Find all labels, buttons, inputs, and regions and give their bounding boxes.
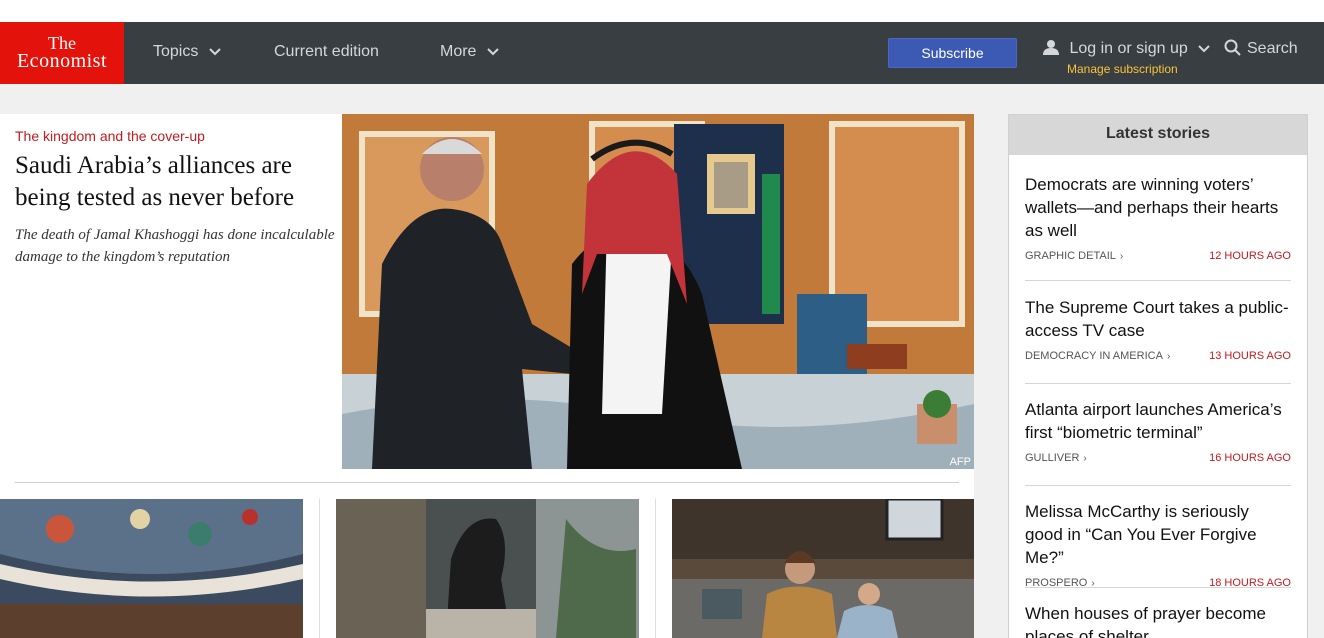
section-divider [15, 482, 959, 483]
image-credit: AFP [949, 456, 971, 468]
latest-story-item[interactable]: Melissa McCarthy is seriously good in “C… [1025, 500, 1291, 589]
subscribe-button[interactable]: Subscribe [888, 38, 1017, 68]
chevron-right-icon: › [1083, 453, 1087, 464]
latest-story-section[interactable]: Prospero › [1025, 577, 1095, 589]
latest-story-section[interactable]: Gulliver › [1025, 452, 1087, 464]
nav-topics[interactable]: Topics [153, 22, 221, 84]
hero-photo-illustration [342, 114, 974, 469]
latest-stories-title: Latest stories [1009, 115, 1307, 155]
latest-story-time: 13 hours ago [1209, 350, 1291, 362]
latest-story-time: 16 hours ago [1209, 452, 1291, 464]
column-separator [655, 499, 656, 638]
hero-image[interactable]: AFP [342, 114, 974, 469]
chevron-down-icon [209, 22, 221, 82]
login-button[interactable]: Log in or sign up [1043, 39, 1210, 60]
latest-story-title: Atlanta airport launches America’s first… [1025, 400, 1282, 442]
thumbnail-image-1 [0, 499, 303, 638]
chevron-right-icon: › [1166, 351, 1171, 362]
latest-story-section[interactable]: Graphic detail › [1025, 250, 1123, 262]
latest-story-title: When houses of prayer become places of s… [1025, 604, 1266, 638]
manage-subscription-link[interactable]: Manage subscription [1067, 62, 1178, 76]
navigation-bar: The Economist Topics Current edition Mor… [0, 22, 1324, 84]
latest-story-meta: Prospero › 18 hours ago [1025, 577, 1291, 595]
login-label: Log in or sign up [1069, 40, 1188, 57]
chevron-down-icon [487, 22, 499, 82]
latest-story-title: The Supreme Court takes a public-access … [1025, 298, 1289, 340]
hero-text: The kingdom and the cover-up Saudi Arabi… [15, 128, 335, 268]
latest-story-title: Democrats are winning voters’ wallets—an… [1025, 175, 1279, 240]
column-separator [319, 499, 320, 638]
search-button[interactable]: Search [1224, 39, 1298, 58]
latest-story-item[interactable]: When houses of prayer become places of s… [1025, 602, 1291, 638]
hero-headline[interactable]: Saudi Arabia’s alliances are being teste… [15, 150, 335, 214]
latest-story-item[interactable]: The Supreme Court takes a public-access … [1025, 296, 1291, 384]
search-label: Search [1247, 40, 1298, 57]
logo-line-2: Economist [16, 50, 108, 72]
economist-logo[interactable]: The Economist [0, 22, 124, 84]
story-thumbnail-1[interactable] [0, 499, 303, 638]
nav-current-edition[interactable]: Current edition [274, 22, 379, 84]
latest-story-time: 12 hours ago [1209, 250, 1291, 262]
chevron-right-icon: › [1091, 578, 1095, 589]
chevron-right-icon: › [1119, 251, 1124, 262]
fly-title[interactable]: The kingdom and the cover-up [15, 128, 335, 144]
nav-more[interactable]: More [440, 22, 499, 84]
latest-story-title: Melissa McCarthy is seriously good in “C… [1025, 502, 1257, 567]
latest-story-meta: Graphic detail › 12 hours ago [1025, 250, 1291, 268]
latest-story-time: 18 hours ago [1209, 577, 1291, 589]
hero-rubric: The death of Jamal Khashoggi has done in… [15, 227, 335, 265]
latest-story-meta: Democracy in America › 13 hours ago [1025, 350, 1291, 368]
chevron-down-icon [1198, 40, 1210, 58]
latest-story-meta: Gulliver › 16 hours ago [1025, 452, 1291, 470]
nav-more-label: More [440, 43, 477, 61]
latest-stories-sidebar: Latest stories Democrats are winning vot… [1008, 114, 1308, 638]
nav-current-edition-label: Current edition [274, 43, 379, 60]
story-thumbnail-2[interactable] [336, 499, 639, 638]
hero-article: The kingdom and the cover-up Saudi Arabi… [0, 114, 974, 469]
latest-story-item[interactable]: Atlanta airport launches America’s first… [1025, 398, 1291, 486]
search-icon [1224, 39, 1241, 56]
nav-topics-label: Topics [153, 43, 199, 61]
thumbnail-image-3 [672, 499, 974, 638]
top-strip [0, 0, 1324, 22]
thumbnail-image-2 [336, 499, 639, 638]
latest-story-item[interactable]: Democrats are winning voters’ wallets—an… [1025, 173, 1291, 281]
story-thumbnail-3[interactable] [672, 499, 974, 638]
user-icon [1043, 39, 1059, 60]
latest-story-section[interactable]: Democracy in America › [1025, 350, 1170, 362]
